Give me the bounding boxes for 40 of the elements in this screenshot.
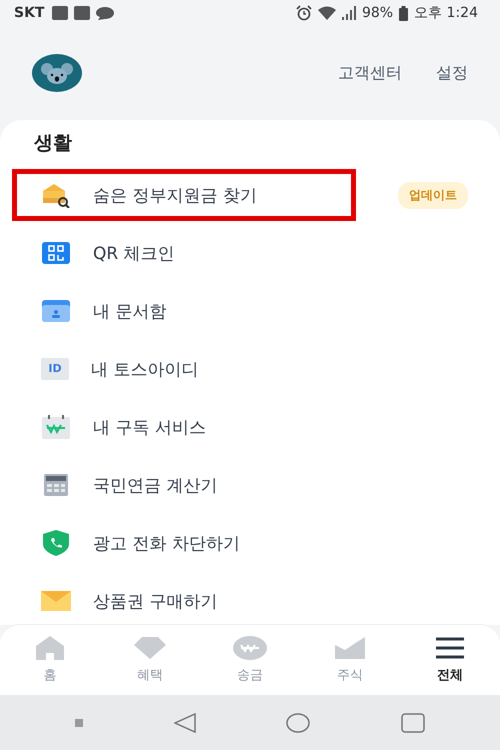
chat-bubble-icon <box>96 6 114 20</box>
tab[interactable]: 전체 <box>400 625 500 695</box>
header-link[interactable]: 고객센터 <box>338 62 402 84</box>
back-icon[interactable] <box>174 712 196 732</box>
home-circle-icon[interactable] <box>286 712 310 732</box>
app-notification-icon <box>52 6 68 20</box>
header-link[interactable]: 설정 <box>436 62 468 84</box>
qr-code-icon <box>41 242 71 264</box>
shield-phone-icon <box>41 530 71 556</box>
menu-item[interactable]: 숨은 정부지원금 찾기 <box>12 169 356 221</box>
gem-icon <box>134 636 166 660</box>
alarm-icon <box>296 5 312 21</box>
battery-percent: 98% <box>362 5 394 21</box>
menu-item[interactable]: 내 문서함 <box>12 285 356 337</box>
carrier-label: SKT <box>14 5 44 21</box>
menu-item[interactable]: 광고 전화 차단하기 <box>12 517 356 569</box>
recents-icon[interactable] <box>400 712 425 732</box>
menu-item[interactable]: 내 구독 서비스 <box>12 401 356 453</box>
folder-icon <box>41 300 71 322</box>
menu-item[interactable]: ID 내 토스아이디 <box>12 343 356 395</box>
section-title: 생활 <box>33 131 73 156</box>
battery-icon <box>399 6 408 20</box>
app-notification-icon <box>74 6 90 20</box>
stock-chart-icon <box>335 636 365 660</box>
bank-search-icon <box>41 182 71 208</box>
won-bubble-icon <box>233 636 267 660</box>
id-badge-icon: ID <box>41 358 69 380</box>
update-badge: 업데이트 <box>398 182 468 208</box>
menu-icon <box>436 636 464 660</box>
calculator-icon <box>41 474 71 496</box>
koala-avatar[interactable] <box>32 54 82 92</box>
menu-item[interactable]: QR 체크인 <box>12 227 356 279</box>
menu-item[interactable]: 상품권 구매하기 <box>12 575 356 625</box>
home-icon <box>36 636 64 660</box>
wifi-icon <box>318 6 336 20</box>
envelope-icon <box>41 591 71 611</box>
menu-item[interactable]: 국민연금 계산기 <box>12 459 356 511</box>
clock: 오후 1:24 <box>414 4 478 22</box>
calendar-icon <box>41 415 71 439</box>
signal-icon <box>342 6 356 20</box>
